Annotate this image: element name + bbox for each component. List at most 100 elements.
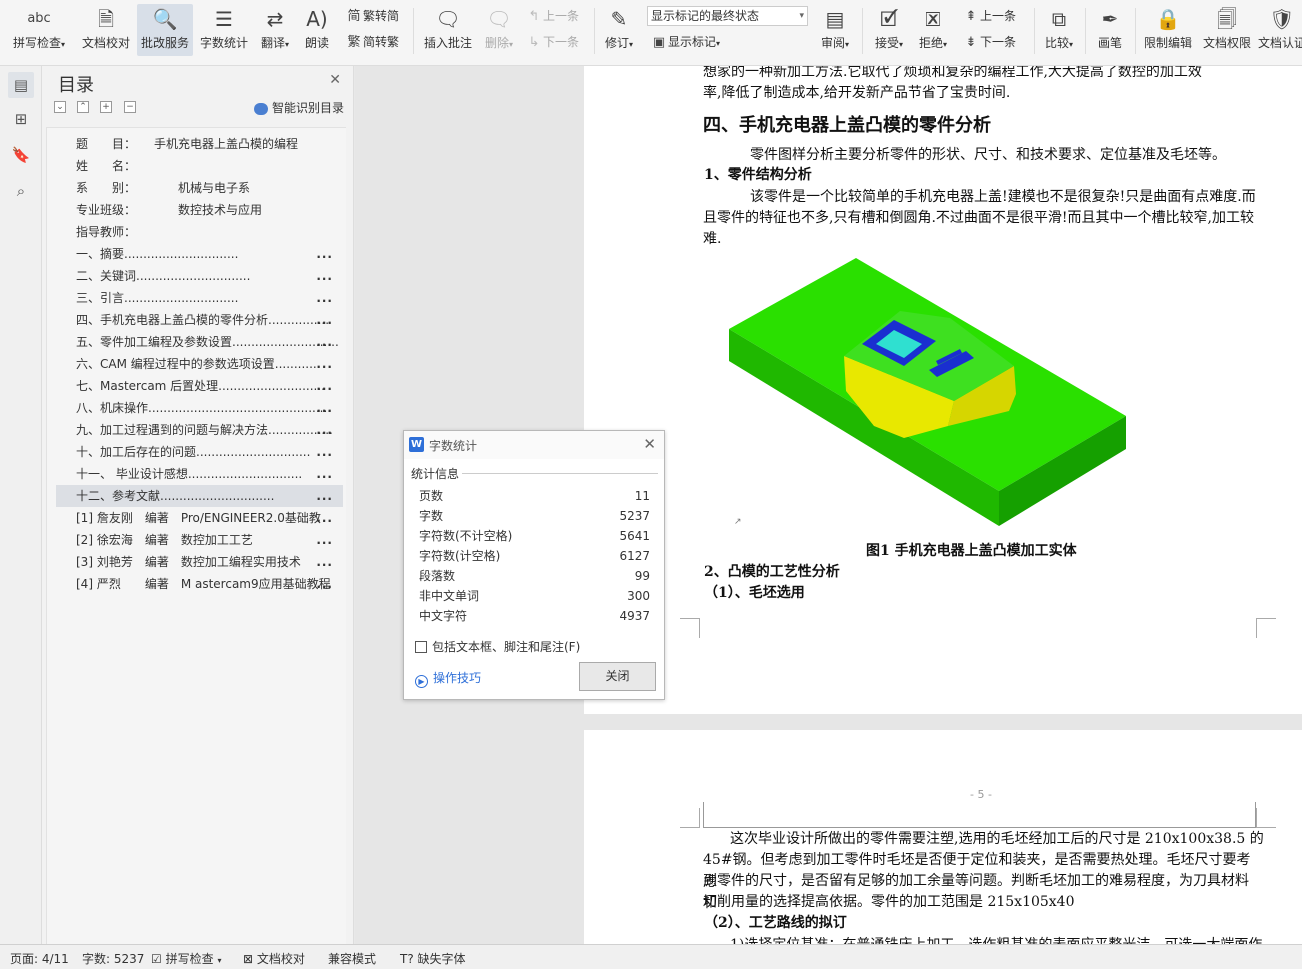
stat-label: 字符数(计空格) bbox=[419, 549, 501, 563]
pen-button[interactable]: ✒ 画笔 bbox=[1092, 4, 1128, 56]
toc-item[interactable]: [4] 严烈 编著 M astercam9应用基础教程... bbox=[56, 573, 343, 595]
smart-toc-button[interactable]: 智能识别目录 bbox=[254, 99, 344, 116]
toc-item[interactable]: 五、零件加工编程及参数设置...........................… bbox=[56, 331, 343, 353]
toc-item-label: 专业班级： 数控技术与应用 bbox=[76, 203, 263, 217]
toc-item-label: 姓 名： bbox=[76, 159, 137, 173]
show-markup-button[interactable]: ▣ 显示标记▾ bbox=[650, 32, 720, 52]
toc-item-dots: ... bbox=[316, 335, 333, 349]
dialog-titlebar[interactable]: W 字数统计 ✕ bbox=[404, 431, 664, 459]
prev-change-label: 上一条 bbox=[980, 9, 1017, 23]
review-pane-button[interactable]: ▤ 审阅▾ bbox=[816, 4, 854, 56]
spell-check-status[interactable]: ☑ 拼写检查 ▾ bbox=[151, 950, 221, 967]
toc-item[interactable]: 八、机床操作..................................… bbox=[56, 397, 343, 419]
remove-heading-icon[interactable]: − bbox=[124, 101, 136, 113]
wps-logo-icon: W bbox=[409, 437, 424, 452]
toc-item[interactable]: 十、加工后存在的问题..............................… bbox=[56, 441, 343, 463]
doc-auth-button[interactable]: 🛡 文档认证 bbox=[1258, 4, 1302, 56]
read-aloud-button[interactable]: A) 朗读 bbox=[299, 4, 335, 56]
next-change-button[interactable]: ⇟ 下一条 bbox=[962, 32, 1016, 52]
review-service-label: 批改服务 bbox=[140, 36, 189, 50]
include-footnotes-checkbox[interactable]: 包括文本框、脚注和尾注(F) bbox=[415, 638, 580, 655]
next-change-label: 下一条 bbox=[980, 35, 1017, 49]
toc-item[interactable]: [3] 刘艳芳 编著 数控加工编程实用技术... bbox=[56, 551, 343, 573]
doc-proof-icon: 🗎 bbox=[97, 7, 115, 31]
simp-to-trad-label: 简转繁 bbox=[363, 35, 400, 49]
collapse-all-icon[interactable]: ⌄ bbox=[54, 101, 66, 113]
page-indicator[interactable]: 页面: 4/11 bbox=[10, 950, 69, 967]
stat-value: 5237 bbox=[619, 509, 650, 523]
compare-button[interactable]: ⧉ 比较▾ bbox=[1040, 4, 1078, 56]
review-service-icon: 🔍 bbox=[152, 7, 178, 31]
delete-comment-button[interactable]: 🗨 删除▾ bbox=[480, 4, 518, 56]
toc-item[interactable]: 一、摘要................................. bbox=[56, 243, 343, 265]
paragraph-line: 这次毕业设计所做出的零件需要注塑,选用的毛坯经加工后的尺寸是 210x100x3… bbox=[730, 831, 1264, 847]
toc-item[interactable]: 姓 名： bbox=[56, 155, 343, 177]
simp-to-trad-icon: 繁 bbox=[347, 35, 361, 50]
markup-state-value: 显示标记的最终状态 bbox=[651, 9, 760, 23]
translate-button[interactable]: ⇄ 翻译▾ bbox=[256, 4, 294, 56]
delete-comment-icon: 🗨 bbox=[486, 7, 512, 31]
bookmark-icon[interactable]: 🔖 bbox=[8, 142, 34, 168]
search-icon[interactable]: ⌕ bbox=[8, 178, 34, 204]
toc-item[interactable]: 专业班级： 数控技术与应用 bbox=[56, 199, 343, 221]
missing-font-label: 缺失字体 bbox=[417, 952, 466, 966]
word-count-indicator[interactable]: 字数: 5237 bbox=[82, 950, 144, 967]
paragraph-line: 切削用量的选择提高依据。零件的加工范围是 215x105x40 bbox=[703, 894, 1075, 910]
insert-comment-button[interactable]: 🗨 插入批注 bbox=[420, 4, 476, 56]
page-number: - 5 - bbox=[970, 788, 992, 801]
toc-item[interactable]: 四、手机充电器上盖凸模的零件分析................... bbox=[56, 309, 343, 331]
close-button[interactable]: 关闭 bbox=[579, 662, 656, 691]
toc-item[interactable]: [1] 詹友刚 编著 Pro/ENGINEER2.0基础教... bbox=[56, 507, 343, 529]
prev-change-button[interactable]: ⇞ 上一条 bbox=[962, 6, 1016, 26]
toc-item[interactable]: 六、CAM 编程过程中的参数选项设置............... bbox=[56, 353, 343, 375]
lock-document-icon: 🔒 bbox=[1155, 7, 1181, 31]
toc-item[interactable]: 七、Mastercam 后置处理........................… bbox=[56, 375, 343, 397]
reject-button[interactable]: 🗷 拒绝▾ bbox=[914, 4, 952, 56]
spell-check-button[interactable]: abc 拼写检查▾ bbox=[8, 4, 70, 56]
review-service-button[interactable]: 🔍 批改服务 bbox=[137, 4, 193, 56]
toc-item-dots: ... bbox=[316, 511, 333, 525]
stat-row: 页数 11 bbox=[419, 486, 650, 506]
toc-item[interactable]: [2] 徐宏海 编著 数控加工工艺... bbox=[56, 529, 343, 551]
revise-button[interactable]: ✎ 修订▾ bbox=[600, 4, 638, 56]
toc-item[interactable]: 系 别： 机械与电子系 bbox=[56, 177, 343, 199]
toc-item[interactable]: 九、加工过程遇到的问题与解决方法.................... bbox=[56, 419, 343, 441]
trad-to-simp-button[interactable]: 简繁转简 bbox=[345, 6, 399, 26]
stat-row: 非中文单词 300 bbox=[419, 586, 650, 606]
toc-item[interactable]: 题 目： 手机充电器上盖凸模的编程 bbox=[56, 133, 343, 155]
toc-item-label: 系 别： 机械与电子系 bbox=[76, 181, 251, 195]
toc-item-selected[interactable]: 十二、参考文献................................. bbox=[56, 485, 343, 507]
next-comment-button[interactable]: ↳ 下一条 bbox=[525, 32, 579, 52]
markup-state-select[interactable]: 显示标记的最终状态 ▾ bbox=[647, 6, 808, 26]
simp-to-trad-button[interactable]: 繁简转繁 bbox=[345, 32, 399, 52]
stat-value: 300 bbox=[627, 589, 650, 603]
dialog-title: 字数统计 bbox=[429, 439, 478, 453]
nav-pane-icon[interactable]: ⊞ bbox=[8, 106, 34, 132]
insert-comment-icon: 🗨 bbox=[435, 7, 461, 31]
certificate-icon: 🛡 bbox=[1269, 7, 1295, 31]
toc-item[interactable]: 三、引言................................. bbox=[56, 287, 343, 309]
paragraph-line: 1)选择定位基准：在普通铣床上加工，选作粗基准的表面应平整光洁，可选一大端面作 bbox=[730, 934, 1270, 944]
toc-item[interactable]: 二、关键词................................. bbox=[56, 265, 343, 287]
restrict-edit-button[interactable]: 🔒 限制编辑 bbox=[1140, 4, 1196, 56]
toc-item[interactable]: 十一、 毕业设计感想..............................… bbox=[56, 463, 343, 485]
doc-proof-button[interactable]: 🗎 文档校对 bbox=[78, 4, 134, 56]
word-count-button[interactable]: ☰ 字数统计 bbox=[197, 4, 251, 56]
prev-comment-button[interactable]: ↰ 上一条 bbox=[525, 6, 579, 26]
close-icon[interactable]: ✕ bbox=[329, 72, 341, 88]
toc-item-dots: ... bbox=[316, 489, 333, 503]
toc-item-label: [2] 徐宏海 编著 数控加工工艺 bbox=[76, 533, 253, 547]
stat-row: 段落数 99 bbox=[419, 566, 650, 586]
accept-button[interactable]: 🗹 接受▾ bbox=[870, 4, 908, 56]
close-icon[interactable]: ✕ bbox=[643, 435, 656, 453]
doc-permission-button[interactable]: 🗐 文档权限 bbox=[1199, 4, 1255, 56]
add-heading-icon[interactable]: + bbox=[100, 101, 112, 113]
tips-link[interactable]: ▶ 操作技巧 bbox=[415, 669, 481, 688]
toc-pane-icon[interactable]: ▤ bbox=[8, 72, 34, 98]
expand-all-icon[interactable]: ⌃ bbox=[77, 101, 89, 113]
stat-row: 中文字符 4937 bbox=[419, 606, 650, 626]
doc-proof-status[interactable]: ⊠ 文档校对 bbox=[243, 950, 305, 967]
toc-item[interactable]: 指导教师： bbox=[56, 221, 343, 243]
paragraph-line: 该零件是一个比较简单的手机充电器上盖!建模也不是很复杂!只是曲面有点难度.而 bbox=[750, 189, 1256, 205]
missing-font-status[interactable]: T? 缺失字体 bbox=[400, 950, 466, 967]
